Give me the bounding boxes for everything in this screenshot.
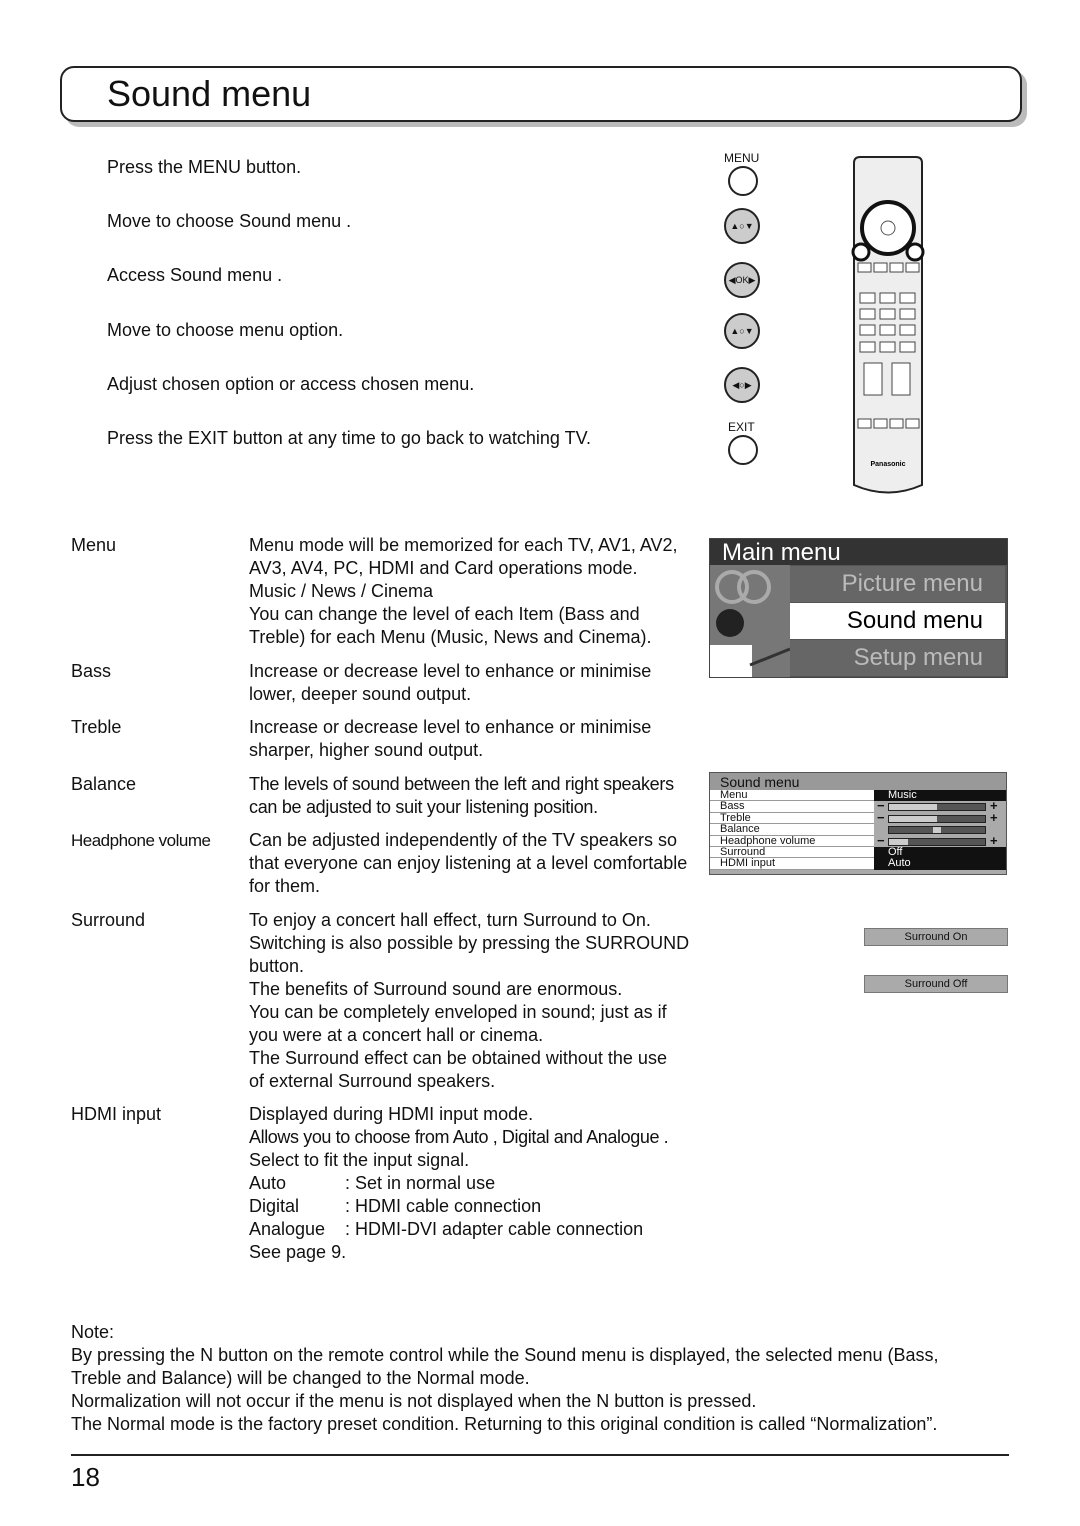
up-down-nav-icon-2: ▲○▼	[724, 313, 760, 349]
osd-row-balance[interactable]: Balance	[710, 823, 1006, 836]
step-3: Access Sound menu .	[107, 265, 283, 285]
balance-slider[interactable]	[888, 826, 986, 835]
surround-off-banner: Surround Off	[864, 975, 1008, 993]
note-line: By pressing the N button on the remote c…	[71, 1345, 939, 1365]
exit-label: EXIT	[728, 420, 755, 434]
menu-button-icon	[728, 166, 758, 196]
up-down-nav-icon: ▲○▼	[724, 208, 760, 244]
footer-rule	[71, 1454, 1009, 1456]
menu-item-setup[interactable]: Setup menu	[790, 640, 1005, 676]
treble-slider[interactable]	[888, 814, 986, 823]
desc-line: The Surround effect can be obtained with…	[249, 1048, 667, 1068]
desc-line: Increase or decrease level to enhance or…	[249, 717, 652, 737]
desc-line: that everyone can enjoy listening at a l…	[249, 853, 688, 873]
desc-line: can be adjusted to suit your listening p…	[249, 797, 598, 817]
item-label: Surround	[71, 910, 146, 930]
exit-button-icon	[728, 435, 758, 465]
sound-menu-osd: Sound menu Menu Music Bass − + Treble − + Bal…	[709, 772, 1007, 875]
remote-brand: Panasonic	[870, 461, 905, 468]
item-label: Bass	[71, 661, 112, 681]
step-4: Move to choose menu option.	[107, 320, 344, 340]
left-right-nav-icon: ◀○▶	[724, 367, 760, 403]
osd-row-menu[interactable]: Menu Music	[710, 789, 1006, 802]
headphone-slider[interactable]	[888, 837, 986, 846]
sound-menu-title: Sound menu	[710, 773, 1006, 790]
desc-line: You can change the level of each Item (B…	[249, 604, 640, 624]
desc-line: You can be completely enveloped in sound…	[249, 1002, 667, 1022]
desc-line: The levels of sound between the left and…	[249, 774, 674, 794]
desc-line: Displayed during HDMI input mode.	[249, 1104, 534, 1124]
note-line: Treble and Balance) will be changed to t…	[71, 1368, 530, 1388]
item-label: Balance	[71, 774, 137, 794]
desc-line: for them.	[249, 876, 321, 896]
step-6: Press the EXIT button at any time to go …	[107, 428, 591, 448]
osd-row-bass[interactable]: Bass − +	[710, 798, 1006, 813]
desc-line: See page 9.	[249, 1242, 347, 1262]
item-label: HDMI input	[71, 1104, 162, 1124]
desc-line: To enjoy a concert hall effect, turn Sur…	[249, 910, 651, 930]
manual-page: Sound menu Press the MENU button. Move t…	[0, 0, 1080, 1526]
desc-line: of external Surround speakers.	[249, 1071, 496, 1091]
menu-label: MENU	[724, 151, 760, 165]
step-1: Press the MENU button.	[107, 157, 302, 177]
desc-line: sharper, higher sound output.	[249, 740, 484, 760]
item-label: Headphone volume	[71, 831, 211, 850]
page-number: 18	[71, 1462, 100, 1492]
desc-line: Can be adjusted independently of the TV …	[249, 830, 677, 850]
bass-slider[interactable]	[888, 803, 986, 812]
desc-line: you were at a concert hall or cinema.	[249, 1025, 544, 1045]
main-menu-title: Main menu	[710, 539, 1007, 566]
menu-item-picture[interactable]: Picture menu	[790, 566, 1005, 602]
desc-line: Switching is also possible by pressing t…	[249, 933, 690, 953]
step-5: Adjust chosen option or access chosen me…	[107, 374, 475, 394]
item-label: Menu	[71, 535, 117, 555]
desc-line: The benefits of Surround sound are enorm…	[249, 979, 623, 999]
page-title: Sound menu	[107, 73, 312, 114]
surround-on-banner: Surround On	[864, 928, 1008, 946]
option-digital: Digital: HDMI cable connection	[249, 1196, 542, 1216]
menu-graphics-icon	[710, 565, 791, 677]
desc-line: Menu mode will be memorized for each TV,…	[249, 535, 678, 555]
desc-line: Select to fit the input signal.	[249, 1150, 470, 1170]
item-label: Treble	[71, 717, 122, 737]
note-line: Normalization will not occur if the menu…	[71, 1391, 757, 1411]
remote-control-icon: Panasonic	[850, 155, 926, 495]
note: Note: By pressing the N button on the re…	[71, 1321, 939, 1436]
ok-left-right-nav-icon: ◀OK▶	[724, 262, 760, 298]
item-desc: Menu mode will be memorized for each TV,…	[249, 534, 689, 649]
note-heading: Note:	[71, 1322, 115, 1342]
desc-line: AV3, AV4, PC, HDMI and Card operations m…	[249, 558, 638, 578]
main-menu-osd: Main menu Picture menu Sound menu Setup …	[709, 538, 1008, 678]
option-analogue: Analogue: HDMI-DVI adapter cable connect…	[249, 1219, 644, 1239]
desc-line: Allows you to choose from Auto , Digital…	[249, 1127, 669, 1147]
option-auto: Auto: Set in normal use	[249, 1173, 496, 1193]
menu-item-sound[interactable]: Sound menu	[790, 603, 1005, 639]
osd-row-hdmi[interactable]: HDMI input Auto	[710, 858, 1006, 870]
desc-line: lower, deeper sound output.	[249, 684, 472, 704]
desc-line: button.	[249, 956, 305, 976]
note-line: The Normal mode is the factory preset co…	[71, 1414, 938, 1434]
desc-line: Increase or decrease level to enhance or…	[249, 661, 652, 681]
desc-line: Music / News / Cinema	[249, 581, 434, 601]
step-2: Move to choose Sound menu .	[107, 211, 352, 231]
desc-line: Treble) for each Menu (Music, News and C…	[249, 627, 652, 647]
